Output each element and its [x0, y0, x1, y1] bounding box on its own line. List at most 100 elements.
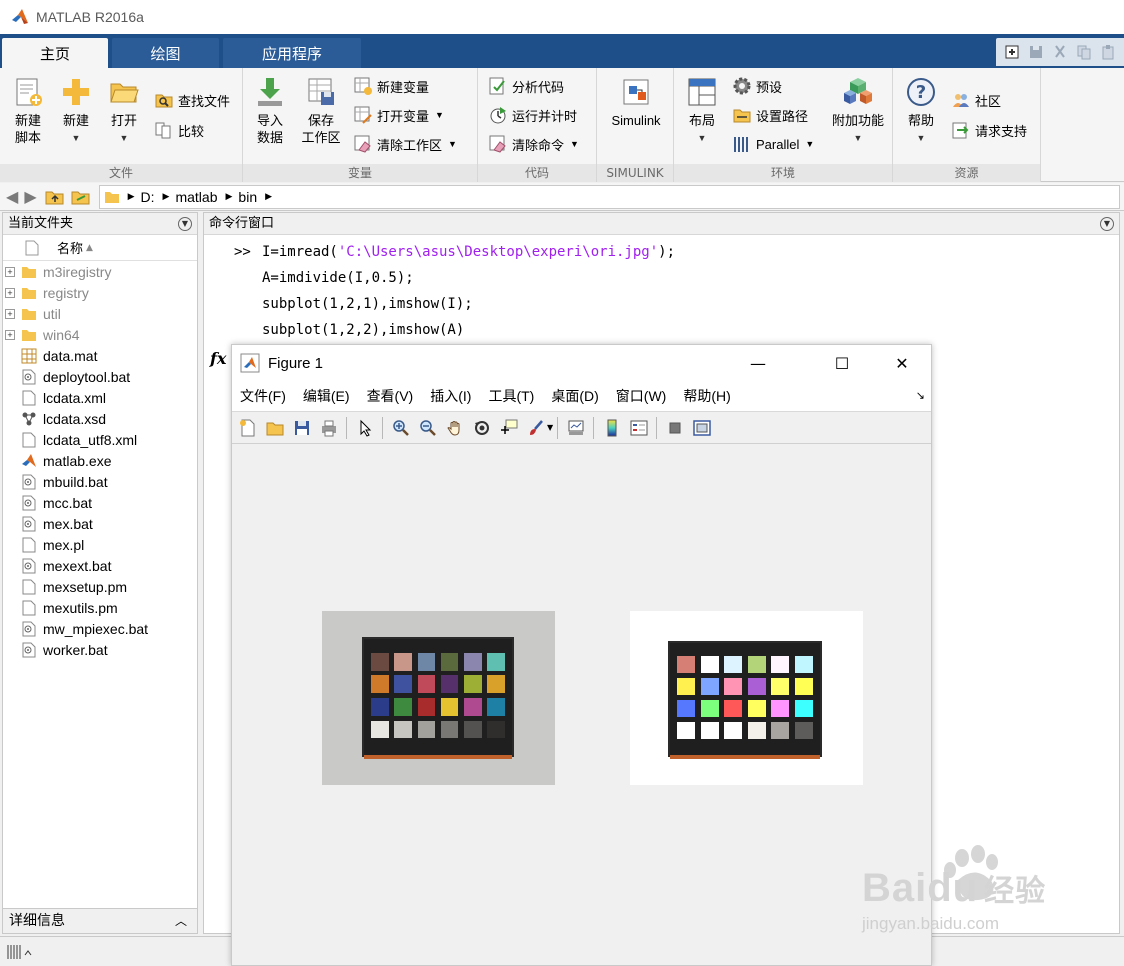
show-plot-tools-icon[interactable] — [688, 416, 715, 440]
breadcrumb[interactable]: ▶ D: ▶ matlab ▶ bin ▶ — [98, 184, 1120, 209]
pan-icon[interactable] — [441, 416, 468, 440]
file-list-item[interactable]: deploytool.bat — [3, 366, 197, 387]
subplot-original-image[interactable] — [322, 611, 555, 785]
set-path-button[interactable]: 设置路径 — [732, 105, 808, 125]
file-list-item[interactable]: + m3iregistry — [3, 261, 197, 282]
panel-menu-icon[interactable]: ▼ — [1100, 217, 1114, 231]
function-browser-icon[interactable]: fx — [210, 349, 226, 368]
file-list-item[interactable]: lcdata.xml — [3, 387, 197, 408]
expand-folder-icon[interactable]: + — [5, 329, 15, 340]
forward-arrow-icon[interactable]: ▶ — [24, 187, 36, 206]
browse-folder-icon[interactable] — [71, 188, 91, 206]
brush-icon[interactable] — [522, 416, 549, 440]
chevron-up-icon[interactable]: ︿ — [175, 909, 187, 933]
simulink-button[interactable]: Simulink — [605, 76, 667, 129]
analyze-code-button[interactable]: 分析代码 — [488, 76, 564, 96]
file-list-item[interactable]: mexutils.pm — [3, 597, 197, 618]
find-files-button[interactable]: 查找文件 — [154, 90, 230, 110]
file-list-item[interactable]: worker.bat — [3, 639, 197, 660]
subplot-divided-image[interactable] — [630, 611, 863, 785]
import-data-button[interactable]: 导入 数据 — [249, 76, 291, 146]
up-folder-icon[interactable] — [45, 188, 65, 206]
expand-folder-icon[interactable]: + — [5, 287, 15, 298]
close-icon[interactable]: ✕ — [879, 345, 925, 381]
help-button[interactable]: ? 帮助 ▼ — [901, 76, 941, 147]
file-list-item[interactable]: mcc.bat — [3, 492, 197, 513]
new-variable-button[interactable]: 新建变量 — [353, 76, 429, 96]
layout-toggle-icon[interactable] — [1004, 44, 1020, 60]
legend-icon[interactable] — [625, 416, 652, 440]
tab-home[interactable]: 主页 — [2, 38, 108, 68]
file-list-item[interactable]: + util — [3, 303, 197, 324]
new-figure-icon[interactable] — [234, 416, 261, 440]
data-cursor-icon[interactable] — [495, 416, 522, 440]
clear-commands-button[interactable]: 清除命令 ▼ — [488, 134, 579, 154]
back-arrow-icon[interactable]: ◀ — [6, 187, 18, 206]
open-file-icon[interactable] — [261, 416, 288, 440]
name-column-header[interactable]: 名称 ▲ — [3, 235, 197, 261]
rotate-3d-icon[interactable] — [468, 416, 495, 440]
pointer-icon[interactable] — [351, 416, 378, 440]
color-patch — [747, 721, 766, 739]
open-button[interactable]: 打开 ▼ — [104, 76, 144, 147]
file-list-item[interactable]: mexsetup.pm — [3, 576, 197, 597]
new-script-button[interactable]: 新建 脚本 — [6, 76, 50, 146]
link-plot-icon[interactable] — [562, 416, 589, 440]
hide-plot-tools-icon[interactable] — [661, 416, 688, 440]
file-list-item[interactable]: + win64 — [3, 324, 197, 345]
save-icon[interactable] — [288, 416, 315, 440]
preferences-button[interactable]: 预设 — [732, 76, 782, 96]
breadcrumb-drive[interactable]: D: — [141, 189, 155, 205]
figure-window[interactable]: Figure 1 — ☐ ✕ 文件(F) 编辑(E) 查看(V) 插入(I) 工… — [231, 344, 932, 966]
menu-desktop[interactable]: 桌面(D) — [551, 386, 598, 406]
menu-view[interactable]: 查看(V) — [367, 386, 414, 406]
file-list-item[interactable]: mex.bat — [3, 513, 197, 534]
file-list-item[interactable]: matlab.exe — [3, 450, 197, 471]
open-variable-button[interactable]: 打开变量 ▼ — [353, 105, 444, 125]
breadcrumb-bin[interactable]: bin — [238, 189, 257, 205]
file-list-item[interactable]: lcdata_utf8.xml — [3, 429, 197, 450]
expand-folder-icon[interactable]: + — [5, 308, 15, 319]
zoom-out-icon[interactable] — [414, 416, 441, 440]
add-ons-button[interactable]: 附加功能 ▼ — [828, 76, 888, 147]
maximize-icon[interactable]: ☐ — [819, 345, 865, 381]
menu-file[interactable]: 文件(F) — [240, 386, 286, 406]
paste-icon[interactable] — [1100, 44, 1116, 60]
save-icon[interactable] — [1028, 44, 1044, 60]
menu-window[interactable]: 窗口(W) — [616, 386, 667, 406]
tab-plots[interactable]: 绘图 — [112, 38, 219, 68]
copy-icon[interactable] — [1076, 44, 1092, 60]
menu-edit[interactable]: 编辑(E) — [303, 386, 350, 406]
print-icon[interactable] — [315, 416, 342, 440]
minimize-icon[interactable]: — — [735, 345, 781, 381]
expand-folder-icon[interactable]: + — [5, 266, 15, 277]
parallel-button[interactable]: Parallel ▼ — [732, 134, 814, 154]
compare-button[interactable]: 比较 — [154, 120, 204, 140]
request-support-button[interactable]: 请求支持 — [951, 120, 1027, 140]
community-button[interactable]: 社区 — [951, 90, 1001, 110]
details-panel-header[interactable]: 详细信息 ︿ — [2, 908, 198, 934]
zoom-in-icon[interactable] — [387, 416, 414, 440]
new-button[interactable]: 新建 ▼ — [56, 76, 96, 147]
menu-help[interactable]: 帮助(H) — [683, 386, 730, 406]
breadcrumb-matlab[interactable]: matlab — [175, 189, 217, 205]
menu-insert[interactable]: 插入(I) — [430, 386, 471, 406]
panel-menu-icon[interactable]: ▼ — [178, 217, 192, 231]
file-list-item[interactable]: mw_mpiexec.bat — [3, 618, 197, 639]
file-list-item[interactable]: mbuild.bat — [3, 471, 197, 492]
cut-icon[interactable] — [1052, 44, 1068, 60]
save-workspace-button[interactable]: 保存 工作区 — [299, 76, 343, 146]
file-list-item[interactable]: + registry — [3, 282, 197, 303]
file-list-item[interactable]: mex.pl — [3, 534, 197, 555]
file-list-item[interactable]: data.mat — [3, 345, 197, 366]
clear-workspace-button[interactable]: 清除工作区 ▼ — [353, 134, 457, 154]
run-and-time-button[interactable]: 运行并计时 — [488, 105, 577, 125]
file-list-item[interactable]: mexext.bat — [3, 555, 197, 576]
dock-figure-icon[interactable]: ↘ — [916, 389, 925, 402]
layout-button[interactable]: 布局 ▼ — [682, 76, 722, 147]
tab-apps[interactable]: 应用程序 — [223, 38, 361, 68]
file-list-item[interactable]: lcdata.xsd — [3, 408, 197, 429]
brush-dropdown-icon[interactable]: ▼ — [547, 423, 553, 432]
menu-tools[interactable]: 工具(T) — [488, 386, 534, 406]
colorbar-icon[interactable] — [598, 416, 625, 440]
